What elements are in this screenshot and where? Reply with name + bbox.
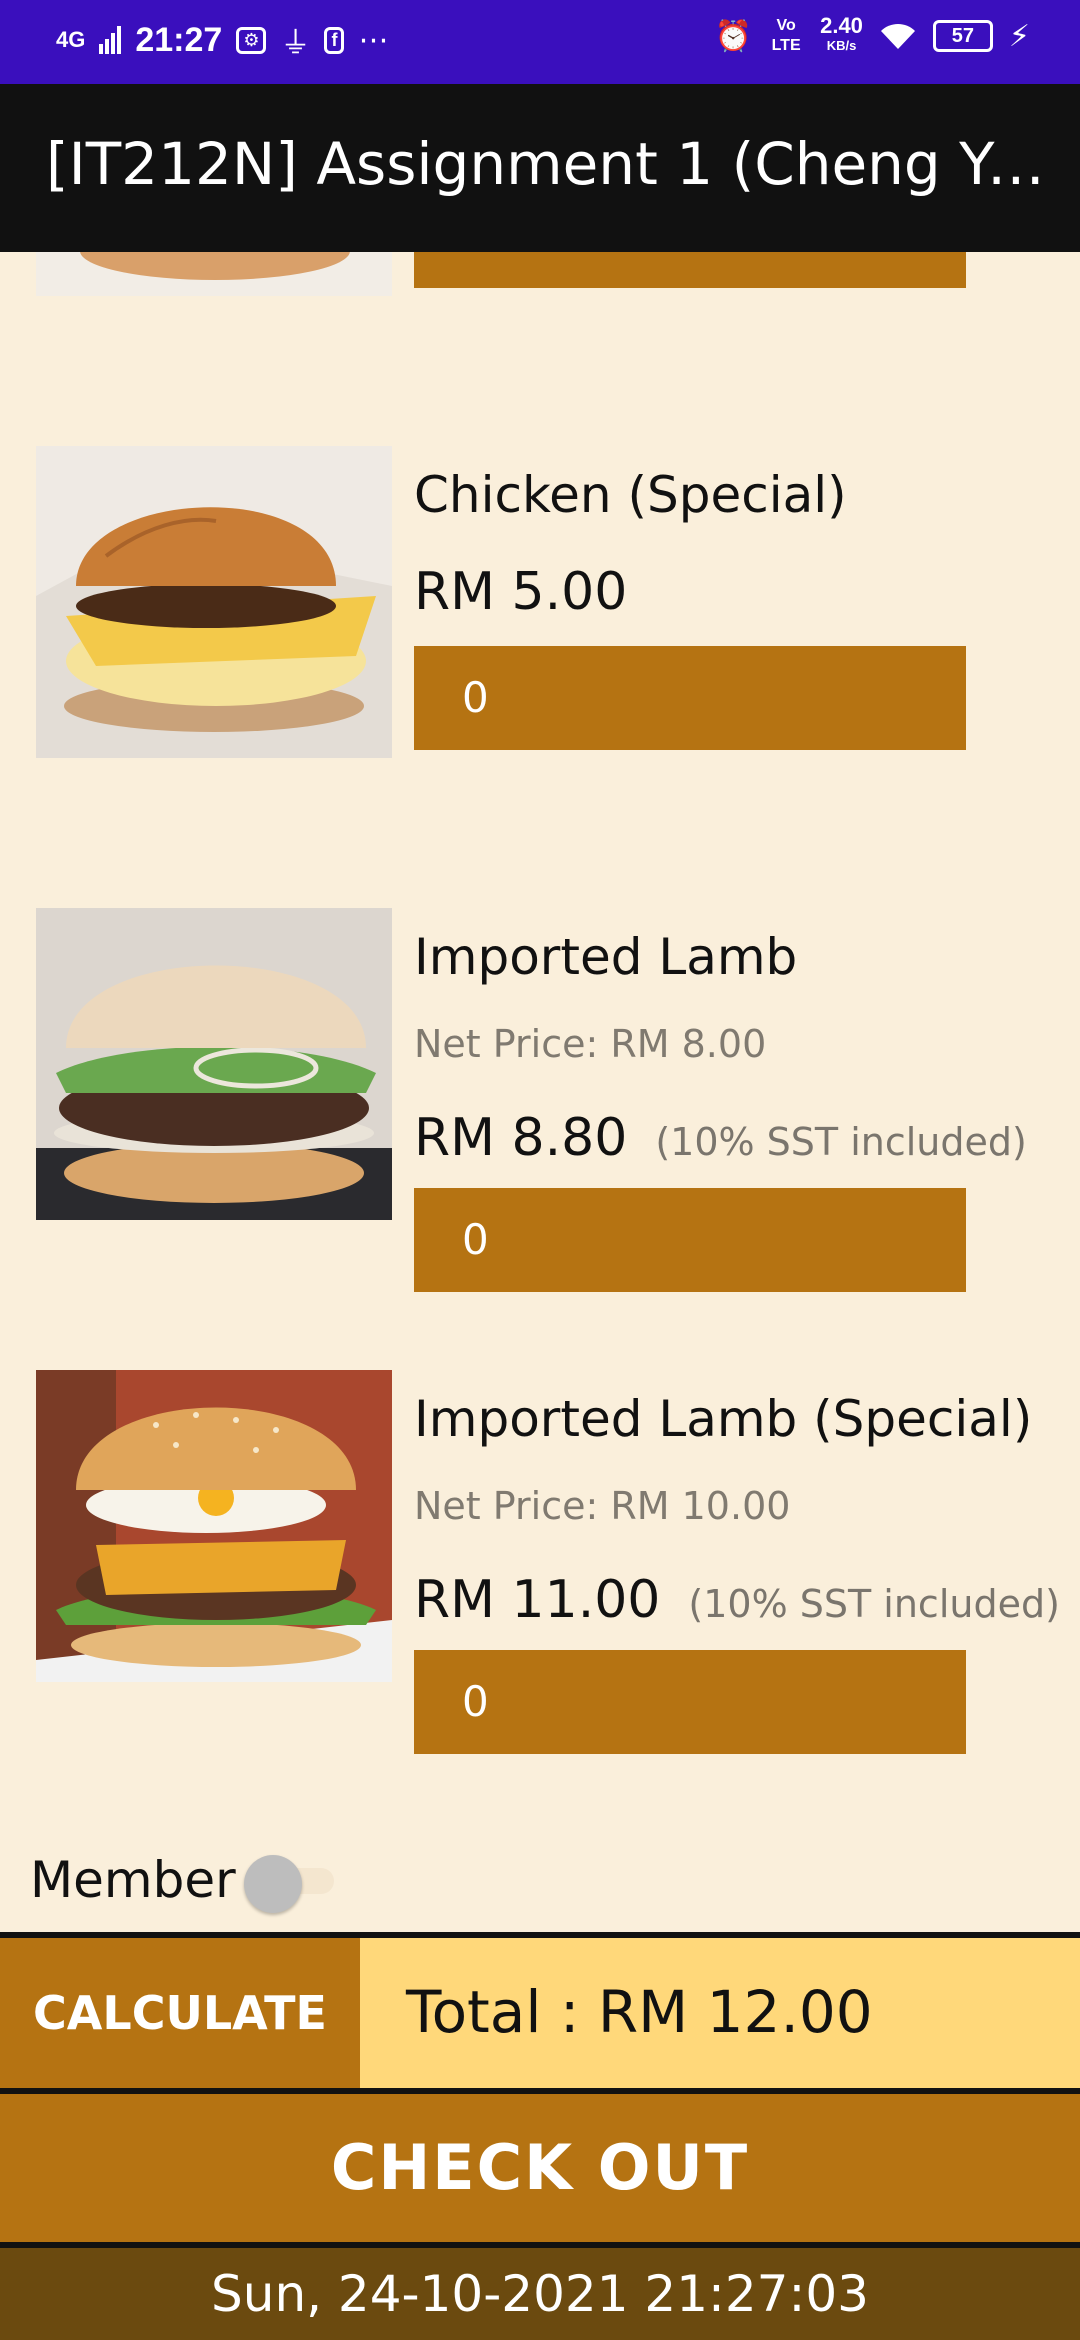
calculate-button[interactable]: CALCULATE [0, 1938, 360, 2088]
datetime-display: Sun, 24-10-2021 21:27:03 [0, 2248, 1080, 2340]
item-sst-note: (10% SST included) [655, 1120, 1027, 1164]
usb-icon: ⏚ [280, 26, 311, 61]
item-price-row: RM 11.00 (10% SST included) [414, 1570, 1060, 1630]
facebook-icon: f [324, 26, 345, 54]
member-label: Member [30, 1851, 236, 1909]
imported-lamb-burger-image [36, 908, 392, 1220]
app-bar: [IT212N] Assignment 1 (Cheng Yo... [0, 84, 1080, 252]
previous-item-image [36, 252, 392, 296]
status-time: 21:27 [135, 20, 223, 59]
previous-qty-field[interactable] [414, 252, 966, 288]
speed-unit: KB/s [826, 38, 857, 53]
item-price: RM 8.80 [414, 1108, 628, 1168]
volte-indicator: Vo LTE [771, 17, 801, 54]
app-title: [IT212N] Assignment 1 (Cheng Yo... [46, 130, 1046, 198]
imported-lamb-special-burger-image [36, 1370, 392, 1682]
item-price-row: RM 8.80 (10% SST included) [414, 1108, 1027, 1168]
member-switch[interactable] [243, 1855, 338, 1913]
lamb-burger-illustration [36, 908, 392, 1220]
quantity-field[interactable]: 0 [414, 1650, 966, 1754]
chicken-special-burger-image [36, 446, 392, 758]
switch-thumb [243, 1855, 302, 1913]
checkout-button[interactable]: CHECK OUT [0, 2094, 1080, 2242]
item-net-price: Net Price: RM 8.00 [414, 1022, 767, 1066]
signal-icon [99, 26, 122, 54]
quantity-field[interactable]: 0 [414, 1188, 966, 1292]
chicken-burger-illustration [36, 446, 392, 758]
total-text: Total : RM 12.00 [406, 1978, 873, 2046]
status-bar: 4G 21:27 ⚙ ⏚ f ⋯ ⏰ Vo LTE 2.40 KB/s 57 ⚡ [0, 0, 1080, 84]
member-row: Member [30, 1840, 338, 1920]
menu-list[interactable]: Chicken (Special) RM 5.00 0 Imported Lam… [0, 252, 1080, 1932]
item-title: Imported Lamb (Special) [414, 1390, 1033, 1448]
item-price: RM 11.00 [414, 1570, 661, 1630]
network-speed: 2.40 KB/s [820, 13, 863, 56]
status-bar-left: 4G 21:27 ⚙ ⏚ f ⋯ [56, 18, 388, 62]
item-sst-note: (10% SST included) [688, 1582, 1060, 1626]
charging-icon: ⚡ [1008, 18, 1030, 54]
item-title: Imported Lamb [414, 928, 798, 986]
more-dots-icon: ⋯ [358, 22, 389, 58]
usb-debug-icon: ⚙ [236, 26, 267, 54]
battery-icon: 57 [932, 20, 993, 52]
item-price: RM 5.00 [414, 562, 628, 622]
item-net-price: Net Price: RM 10.00 [414, 1484, 791, 1528]
total-panel: Total : RM 12.00 [360, 1938, 1080, 2088]
speed-value: 2.40 [820, 13, 863, 38]
lamb-special-burger-illustration [36, 1370, 392, 1682]
alarm-icon: ⏰ [714, 18, 753, 54]
wifi-icon [880, 23, 915, 49]
quantity-field[interactable]: 0 [414, 646, 966, 750]
network-type: 4G [56, 27, 86, 52]
status-bar-right: ⏰ Vo LTE 2.40 KB/s 57 ⚡ [714, 13, 1030, 56]
item-title: Chicken (Special) [414, 466, 847, 524]
